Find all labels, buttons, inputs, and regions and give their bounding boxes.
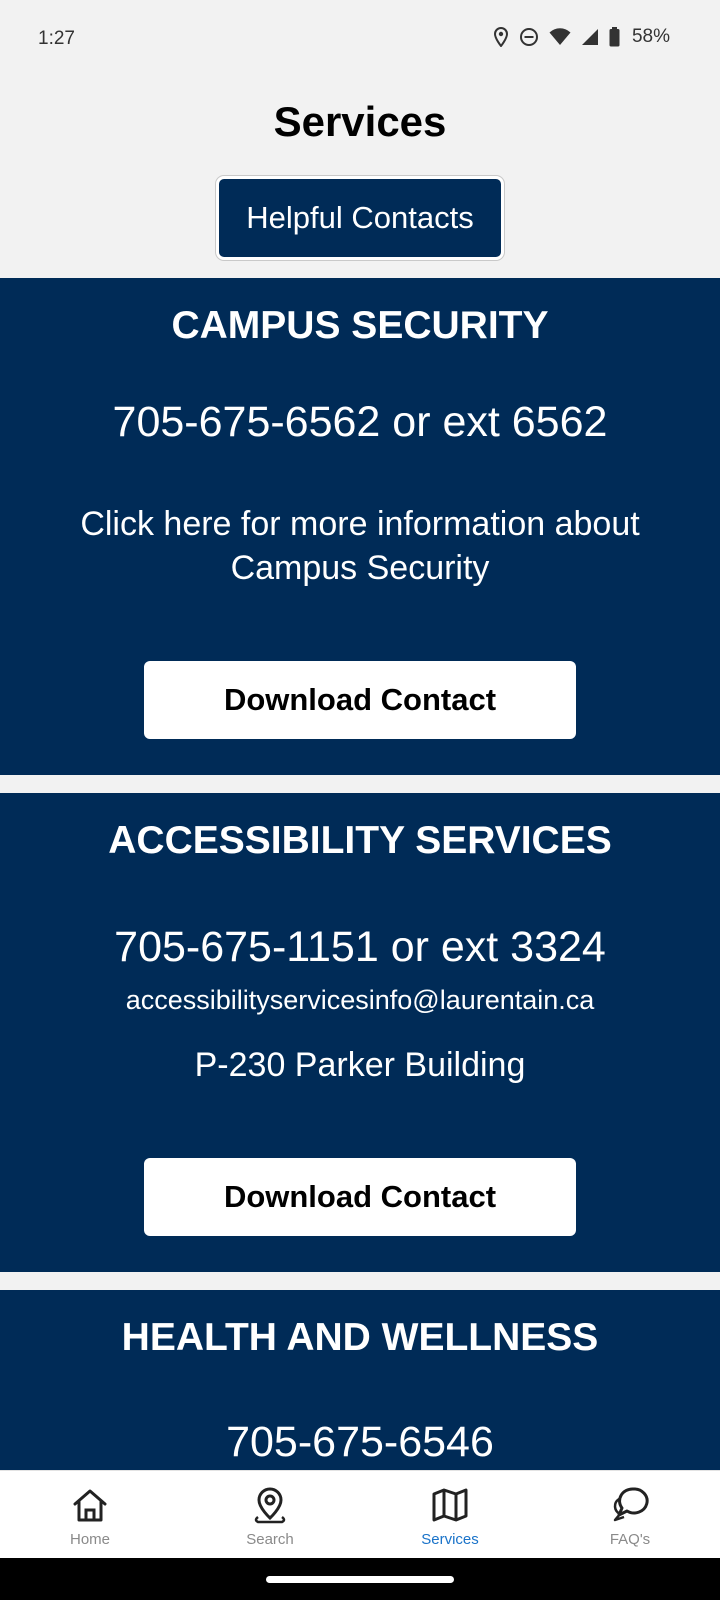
card-title: ACCESSIBILITY SERVICES (108, 819, 612, 862)
helpful-contacts-button[interactable]: Helpful Contacts (216, 176, 504, 260)
signal-icon (581, 28, 599, 46)
nav-services[interactable]: Services (360, 1471, 540, 1558)
location-icon (493, 27, 509, 47)
card-phone[interactable]: 705-675-6546 (0, 1418, 720, 1467)
accessibility-services-card: ACCESSIBILITY SERVICES 705-675-1151 or e… (0, 793, 720, 1272)
map-pin-icon (250, 1485, 290, 1531)
card-phone[interactable]: 705-675-6562 or ext 6562 (0, 398, 720, 447)
health-and-wellness-card: HEALTH AND WELLNESS 705-675-6546 (0, 1290, 720, 1470)
wifi-icon (549, 28, 571, 46)
bottom-navigation: Home Search Services FAQ's (0, 1470, 720, 1558)
download-contact-button[interactable]: Download Contact (144, 1158, 576, 1236)
download-contact-button[interactable]: Download Contact (144, 661, 576, 739)
battery-icon (609, 27, 620, 47)
more-info-link[interactable]: Click here for more information about Ca… (0, 502, 720, 590)
home-gesture-handle[interactable] (266, 1576, 454, 1583)
campus-security-card: CAMPUS SECURITY 705-675-6562 or ext 6562… (0, 278, 720, 775)
gesture-navigation-bar (0, 1558, 720, 1600)
status-icons: 58% (493, 26, 670, 48)
home-icon (70, 1485, 110, 1531)
chat-bubbles-icon (610, 1485, 650, 1531)
page-title: Services (273, 98, 447, 145)
status-time: 1:27 (38, 28, 75, 49)
nav-faqs[interactable]: FAQ's (540, 1471, 720, 1558)
status-bar: 1:27 58% (0, 0, 720, 80)
nav-search[interactable]: Search (180, 1471, 360, 1558)
card-location: P-230 Parker Building (194, 1046, 526, 1084)
card-email[interactable]: accessibilityservicesinfo@laurentain.ca (0, 985, 720, 1016)
nav-label: FAQ's (609, 1531, 651, 1548)
card-title: CAMPUS SECURITY (171, 304, 549, 347)
nav-home[interactable]: Home (0, 1471, 180, 1558)
nav-label: Services (421, 1531, 479, 1548)
nav-label: Home (69, 1531, 110, 1548)
battery-percentage: 58% (631, 26, 670, 47)
card-title: HEALTH AND WELLNESS (121, 1316, 599, 1359)
nav-label: Search (246, 1531, 294, 1548)
map-icon (430, 1485, 470, 1531)
do-not-disturb-icon (519, 27, 539, 47)
card-phone[interactable]: 705-675-1151 or ext 3324 (0, 923, 720, 972)
